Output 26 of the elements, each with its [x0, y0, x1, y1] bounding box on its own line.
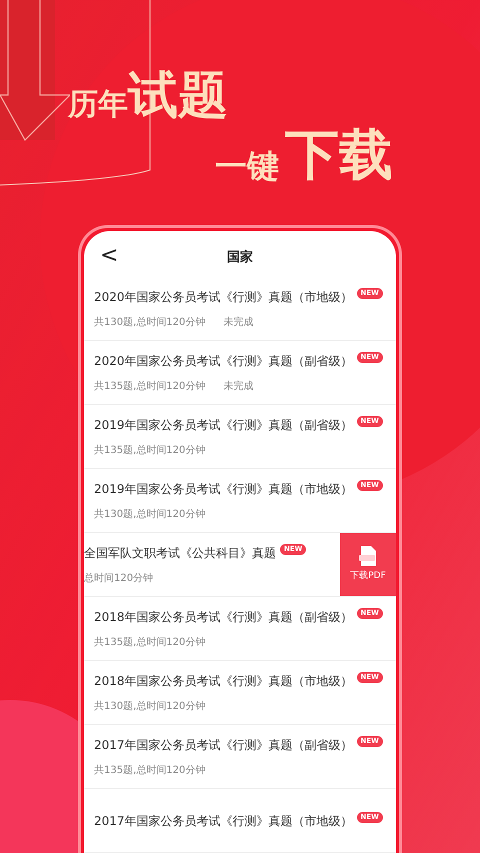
exam-title: 2020年国家公务员考试《行测》真题（副省级）: [94, 352, 353, 370]
exam-title: 2019年国家公务员考试《行测》真题（市地级）: [94, 480, 353, 498]
exam-info: 共135题,总时间120分钟: [94, 636, 206, 650]
exam-info: 共135题,总时间120分钟: [94, 380, 206, 394]
exam-info: 总时间120分钟: [84, 572, 154, 586]
exam-title: 2018年国家公务员考试《行测》真题（副省级）: [94, 608, 353, 626]
page-title: 国家: [227, 248, 253, 268]
back-button[interactable]: <: [100, 245, 118, 267]
headline-text: 下载: [285, 128, 393, 182]
exam-title: 全国军队文职考试《公共科目》真题: [84, 544, 276, 562]
exam-info: 共130题,总时间120分钟: [94, 316, 206, 330]
status-text: 未完成: [223, 380, 254, 394]
headline-text: 一键: [215, 150, 279, 182]
exam-title: 2019年国家公务员考试《行测》真题（副省级）: [94, 416, 353, 434]
exam-title: 2017年国家公务员考试《行测》真题（副省级）: [94, 736, 353, 754]
exam-info: 共130题,总时间120分钟: [94, 700, 206, 714]
download-pdf-button[interactable]: 下载PDF: [340, 533, 396, 596]
status-text: 未完成: [223, 316, 254, 330]
exam-info: 共135题,总时间120分钟: [94, 764, 206, 778]
exam-title: 2018年国家公务员考试《行测》真题（市地级）: [94, 672, 353, 690]
headline-text: 历年: [68, 90, 128, 120]
exam-info: 共135题,总时间120分钟: [94, 444, 206, 458]
exam-title: 2017年国家公务员考试《行测》真题（市地级）: [94, 812, 353, 830]
pdf-file-icon: [359, 546, 377, 566]
exam-info: 共130题,总时间120分钟: [94, 508, 206, 522]
exam-title: 2020年国家公务员考试《行测》真题（市地级）: [94, 288, 353, 306]
